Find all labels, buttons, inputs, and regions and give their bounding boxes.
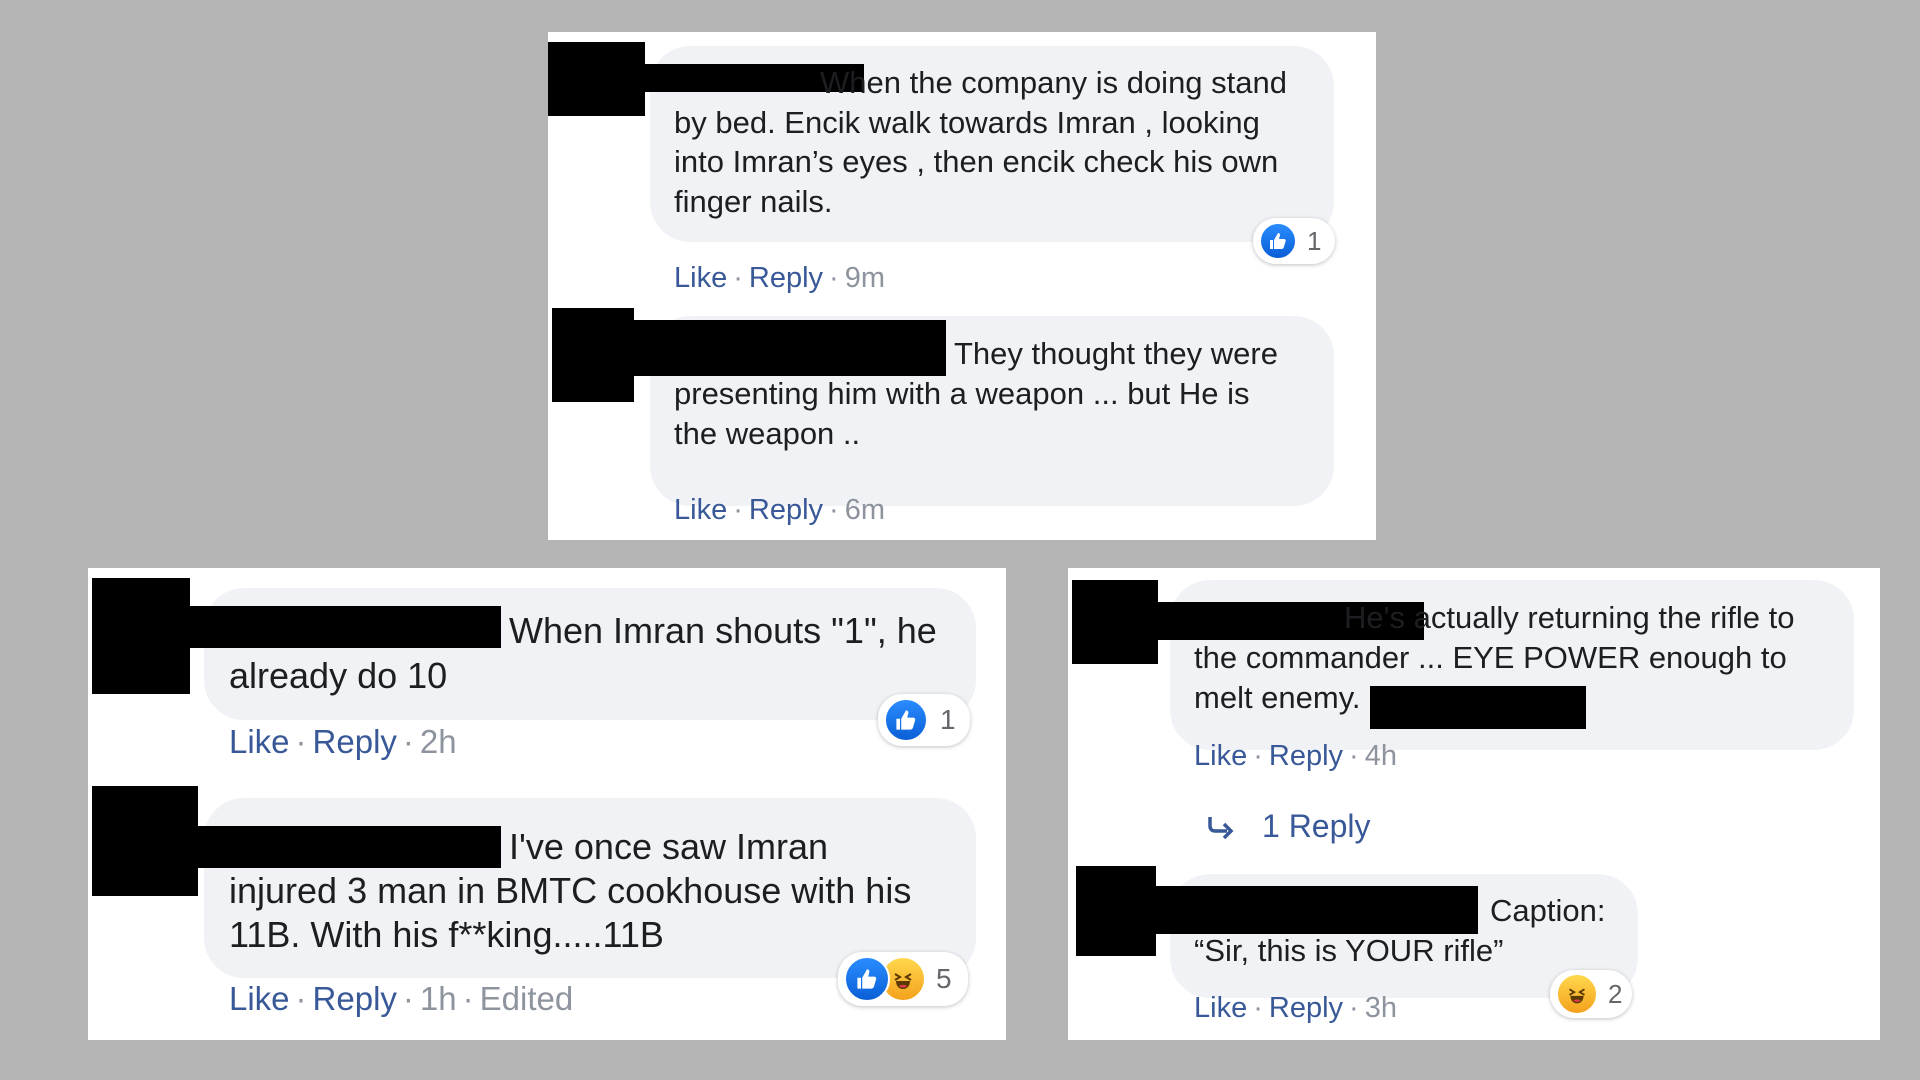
haha-icon [1556,973,1598,1015]
comment-actions: Like · Reply · 2h [229,723,457,761]
reaction-summary[interactable]: 5 [838,952,968,1006]
separator: · [1253,992,1263,1024]
redacted-tag [1370,686,1586,729]
comment-actions: Like · Reply · 4h [1194,740,1397,773]
redacted-avatar [1072,580,1158,664]
comment-actions: Like · Reply · 1h · Edited [229,980,573,1018]
reaction-summary[interactable]: 1 [878,694,970,746]
edited-label[interactable]: Edited [480,980,574,1018]
comment-panel-bottom-right: He's actually returning the rifle to the… [1068,568,1880,1040]
reply-link[interactable]: Reply [1269,740,1343,773]
comment-text-line: already do 10 [229,655,448,696]
separator: · [1253,740,1263,772]
redacted-author-name [188,606,501,648]
redacted-author-name [188,826,501,868]
separator: · [733,494,743,526]
reaction-count: 5 [936,963,952,994]
reaction-summary[interactable]: 2 [1550,970,1632,1018]
separator: · [295,980,307,1017]
reaction-summary[interactable]: 1 [1253,218,1335,264]
timestamp[interactable]: 6m [845,494,885,527]
separator: · [295,723,307,760]
comment-text-line: by bed. Encik walk towards Imran , looki… [674,105,1260,140]
comment-text-line: 11B. With his f**king.....11B [229,914,664,955]
separator: · [1349,992,1359,1024]
comment-text-line: finger nails. [674,184,833,219]
like-link[interactable]: Like [1194,992,1247,1025]
comment-text-line: I've once saw Imran [509,826,829,867]
timestamp[interactable]: 3h [1365,992,1397,1025]
comment-panel-top: When the company is doing stand by bed. … [548,32,1376,540]
like-icon [1259,222,1297,260]
reaction-count: 1 [940,704,956,735]
timestamp[interactable]: 1h [420,980,457,1018]
comment-text-line: into Imran’s eyes , then encik check his… [674,144,1279,179]
reply-link[interactable]: Reply [313,980,397,1018]
redacted-avatar [92,786,198,896]
like-icon [884,698,928,742]
comment-actions: Like · Reply · 6m [674,494,885,527]
view-replies-link[interactable]: 1 Reply [1206,808,1371,845]
redacted-avatar [548,42,645,116]
like-link[interactable]: Like [229,980,290,1018]
reply-link[interactable]: Reply [749,494,823,527]
comment-actions: Like · Reply · 9m [674,262,885,295]
comment-text-line: When the company is doing stand [820,65,1287,100]
like-link[interactable]: Like [229,723,290,761]
comment-text-line: the weapon .. [674,416,861,451]
redacted-avatar [92,578,190,694]
comment-panel-bottom-left: When Imran shouts "1", he already do 10 … [88,568,1006,1040]
like-link[interactable]: Like [674,494,727,527]
reply-link[interactable]: Reply [313,723,397,761]
reaction-count: 1 [1307,225,1322,256]
separator: · [1349,740,1359,772]
comment-text-line: melt enemy. [1194,680,1361,715]
like-link[interactable]: Like [674,262,727,295]
comment-text-line: presenting him with a weapon ... but He … [674,376,1250,411]
comment-text-line: the commander ... EYE POWER enough to [1194,640,1787,675]
comment-text-line: He's actually returning the rifle to [1344,600,1795,635]
redacted-author-name [634,320,946,376]
separator: · [402,723,414,760]
reply-link[interactable]: Reply [1269,992,1343,1025]
reply-arrow-icon [1206,815,1236,839]
redacted-avatar [552,308,634,402]
like-icon [844,956,890,1002]
reply-link[interactable]: Reply [749,262,823,295]
separator: · [402,980,414,1017]
comment-actions: Like · Reply · 3h [1194,992,1397,1025]
reaction-count: 2 [1608,978,1623,1009]
comment-text-line: “Sir, this is YOUR rifle” [1194,933,1504,968]
comment-text-line: injured 3 man in BMTC cookhouse with his [229,870,912,911]
comment-text-line: Caption: [1490,893,1606,928]
timestamp[interactable]: 2h [420,723,457,761]
replies-count-label[interactable]: 1 Reply [1262,808,1371,845]
timestamp[interactable]: 4h [1365,740,1397,773]
redacted-avatar [1076,866,1156,956]
separator: · [733,262,743,294]
comment-text-line: They thought they were [954,336,1278,371]
redacted-author-name [1156,886,1478,934]
timestamp[interactable]: 9m [845,262,885,295]
separator: · [829,262,839,294]
separator: · [462,980,474,1017]
comment-text-line: When Imran shouts "1", he [509,610,937,651]
like-link[interactable]: Like [1194,740,1247,773]
separator: · [829,494,839,526]
